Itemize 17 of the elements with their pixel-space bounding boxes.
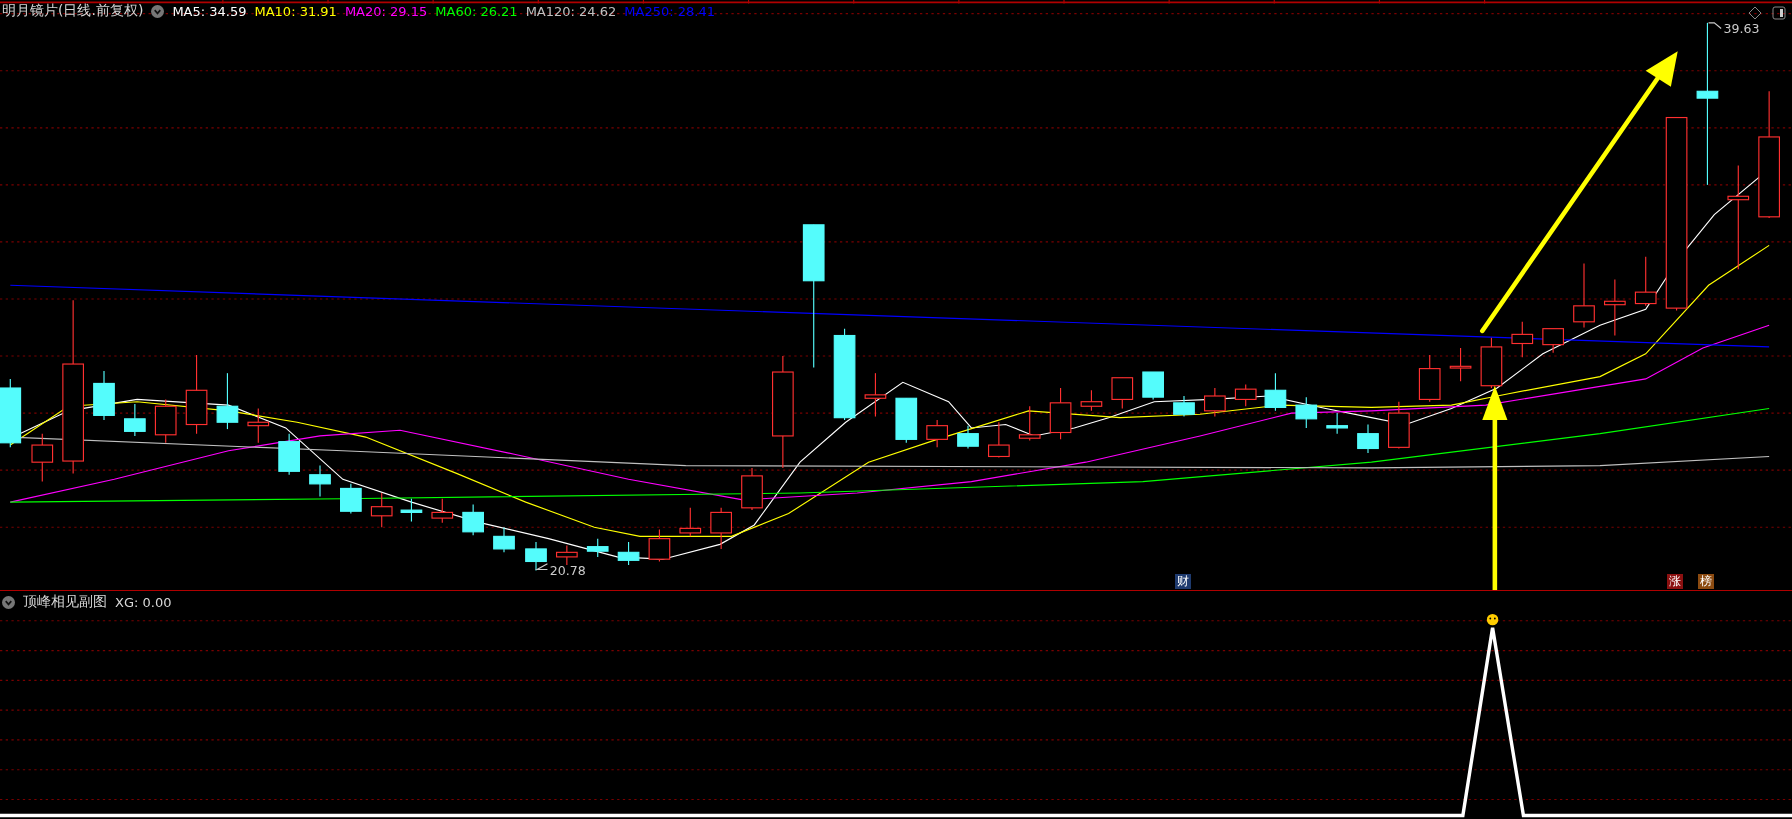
caret-icon[interactable] — [2, 595, 15, 609]
event-marker[interactable]: 财 — [1174, 574, 1191, 589]
chart-title: 明月镜片(日线.前复权) — [2, 2, 144, 20]
smiley-icon — [1486, 613, 1499, 626]
diamond-icon[interactable] — [1748, 6, 1762, 20]
caret-icon[interactable] — [151, 4, 165, 18]
event-marker[interactable]: 榜 — [1698, 574, 1715, 589]
moving-average-label: MA120: 24.62 — [525, 3, 617, 19]
moving-average-label: MA10: 31.91 — [254, 3, 337, 19]
subchart-title: 顶峰相见副图 — [23, 593, 107, 611]
moving-average-label: MA60: 26.21 — [435, 3, 518, 19]
moving-average-label: MA250: 28.41 — [624, 3, 715, 19]
moving-average-label: MA5: 34.59 — [172, 3, 247, 19]
event-marker[interactable]: 涨 — [1667, 574, 1684, 589]
panel-toggle-icon[interactable] — [1772, 6, 1786, 20]
indicator-value: XG: 0.00 — [115, 594, 172, 610]
moving-average-label: MA20: 29.15 — [344, 3, 428, 19]
